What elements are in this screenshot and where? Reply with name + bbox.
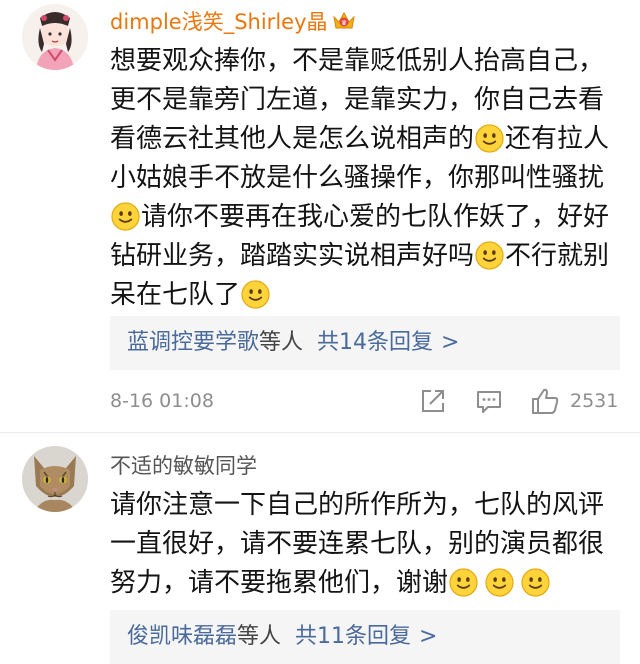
comment-text: 请你注意一下自己的所作所为，七队的风评 一直很好，请不要连累七队，别的演员都很 … (110, 490, 605, 598)
reply-count-link[interactable]: 共14条回复 (317, 330, 433, 355)
thumbs-up-icon[interactable] (530, 386, 560, 416)
crown-icon: ♛ (332, 9, 356, 31)
chevron-right-icon: > (419, 624, 438, 649)
avatar[interactable] (22, 446, 88, 512)
like-count: 2531 (570, 390, 619, 412)
comment-text: 想要观众捧你，不是靠贬低别人抬高自己， 更不是靠旁门左道，是靠实力，你自己去看 … (110, 46, 610, 310)
smiley-emoji-icon (475, 124, 504, 153)
username[interactable]: 不适的敏敏同学 (110, 450, 257, 480)
smiley-emoji-icon (485, 568, 514, 597)
timestamp: 8-16 01:08 (110, 390, 214, 412)
svg-text:♛: ♛ (340, 19, 346, 27)
comment-meta: 8-16 01:08 2531 (110, 384, 620, 418)
divider (0, 432, 640, 433)
reply-summary[interactable]: 俊凯味磊磊等人 共11条回复 > (110, 610, 620, 664)
smiley-emoji-icon (521, 568, 550, 597)
reply-user-names[interactable]: 蓝调控要学歌 (127, 330, 259, 355)
reply-others-label: 等人 (259, 330, 304, 355)
reply-summary[interactable]: 蓝调控要学歌等人 共14条回复 > (110, 316, 620, 370)
comment-icon[interactable] (474, 386, 504, 416)
reply-others-label: 等人 (237, 624, 282, 649)
reply-user-names[interactable]: 俊凯味磊磊 (127, 624, 237, 649)
chevron-right-icon: > (441, 330, 460, 355)
avatar[interactable] (22, 4, 88, 70)
share-icon[interactable] (418, 386, 448, 416)
smiley-emoji-icon (475, 241, 504, 270)
smiley-emoji-icon (111, 202, 140, 231)
smiley-emoji-icon (241, 280, 270, 309)
reply-count-link[interactable]: 共11条回复 (295, 624, 411, 649)
smiley-emoji-icon (449, 568, 478, 597)
username[interactable]: dimple浅笑_Shirley晶 ♛ (110, 6, 356, 36)
